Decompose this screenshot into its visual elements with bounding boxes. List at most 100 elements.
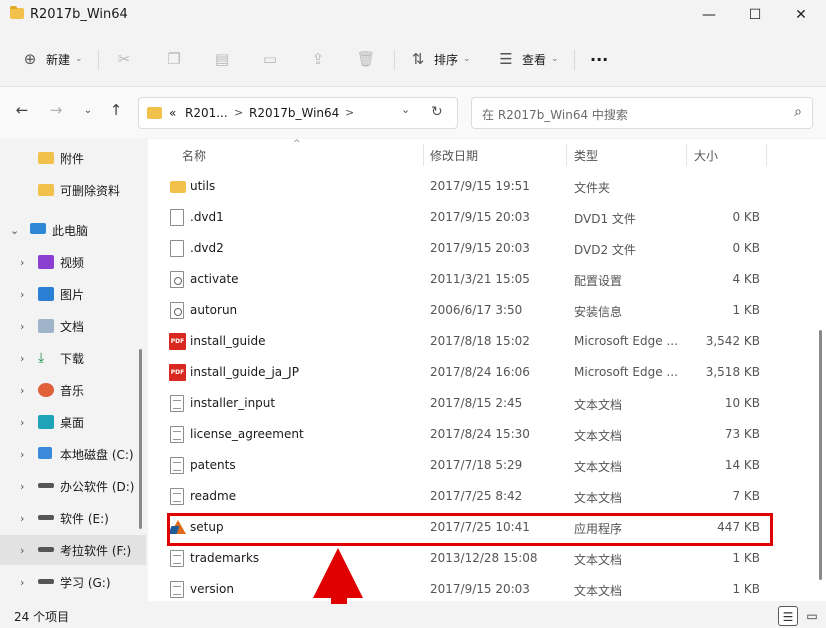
folder-icon xyxy=(170,181,186,193)
sidebar-item-drive-f[interactable]: › 考拉软件 (F:) xyxy=(0,535,146,565)
refresh-icon[interactable]: ↻ xyxy=(431,104,443,120)
column-header-size[interactable]: 大小 xyxy=(694,147,718,171)
windows-drive-icon xyxy=(38,447,52,459)
sidebar-item-drive-g[interactable]: › 学习 (G:) xyxy=(0,567,146,597)
chevron-right-icon[interactable]: › xyxy=(20,384,24,397)
rename-button[interactable]: ▭ xyxy=(260,44,280,74)
sidebar-item-label: 附件 xyxy=(60,151,85,166)
file-date: 2017/9/15 19:51 xyxy=(430,179,530,193)
chevron-right-icon[interactable]: › xyxy=(20,352,24,365)
file-row[interactable]: autorun 2006/6/17 3:50 安装信息 1 KB xyxy=(164,295,776,326)
chevron-right-icon[interactable]: › xyxy=(20,448,24,461)
address-bar[interactable]: « R201... > R2017b_Win64 > ⌄ ↻ xyxy=(138,97,458,129)
new-button[interactable]: ⊕ 新建 ⌄ xyxy=(20,44,83,74)
column-divider[interactable] xyxy=(766,144,767,166)
file-row[interactable]: PDF install_guide 2017/8/18 15:02 Microsoft… xyxy=(164,326,776,357)
chevron-down-icon[interactable]: ⌄ xyxy=(10,224,19,237)
sidebar-item-label: 软件 (E:) xyxy=(60,511,109,526)
sidebar-item-this-pc[interactable]: ⌄ 此电脑 xyxy=(0,215,146,245)
pdf-icon: PDF xyxy=(169,333,186,350)
tiles-view-icon[interactable]: ▭ xyxy=(802,606,822,626)
sidebar-item-drive-d[interactable]: › 办公软件 (D:) xyxy=(0,471,146,501)
file-date: 2013/12/28 15:08 xyxy=(430,551,538,565)
delete-button[interactable]: 🗑 xyxy=(356,44,376,74)
search-box[interactable]: 在 R2017b_Win64 中搜索 ⌕ xyxy=(471,97,813,129)
column-header-name[interactable]: 名称 xyxy=(182,147,206,171)
file-row[interactable]: version 2017/9/15 20:03 文本文档 1 KB xyxy=(164,574,776,605)
chevron-right-icon[interactable]: › xyxy=(20,512,24,525)
file-row[interactable]: utils 2017/9/15 19:51 文件夹 xyxy=(164,171,776,202)
drive-icon xyxy=(38,547,54,552)
sidebar-item-downloads[interactable]: › ⤓ 下载 xyxy=(0,343,146,373)
sidebar-scrollbar[interactable] xyxy=(139,349,142,529)
sort-button[interactable]: ⇅ 排序 ⌄ xyxy=(408,44,471,74)
file-name: patents xyxy=(190,458,236,472)
details-view-icon[interactable]: ☰ xyxy=(778,606,798,626)
up-arrow-icon[interactable]: ↑ xyxy=(106,101,126,119)
file-list-scrollbar[interactable] xyxy=(819,330,822,580)
sidebar-item-music[interactable]: › 音乐 xyxy=(0,375,146,405)
share-button[interactable]: ⇪ xyxy=(308,44,328,74)
breadcrumb-current[interactable]: R2017b_Win64 xyxy=(249,106,339,120)
chevron-right-icon[interactable]: › xyxy=(20,544,24,557)
file-type: DVD2 文件 xyxy=(574,243,636,257)
sidebar-item-documents[interactable]: › 文档 xyxy=(0,311,146,341)
chevron-right-icon[interactable]: › xyxy=(20,320,24,333)
column-header-type[interactable]: 类型 xyxy=(574,147,598,171)
title-bar: R2017b_Win64 — ☐ ✕ xyxy=(0,0,826,32)
close-button[interactable]: ✕ xyxy=(778,0,824,32)
file-row[interactable]: trademarks 2013/12/28 15:08 文本文档 1 KB xyxy=(164,543,776,574)
file-row[interactable]: readme 2017/7/25 8:42 文本文档 7 KB xyxy=(164,481,776,512)
cut-button[interactable]: ✂ xyxy=(114,44,134,74)
chevron-right-icon[interactable]: › xyxy=(20,288,24,301)
command-bar: ⊕ 新建 ⌄ ✂ ❐ ▤ ▭ ⇪ 🗑 ⇅ 排序 ⌄ ☰ 查看 ⌄ ··· xyxy=(0,38,826,80)
address-dropdown-icon[interactable]: ⌄ xyxy=(401,103,410,116)
paste-button[interactable]: ▤ xyxy=(212,44,232,74)
sidebar-item-deletable[interactable]: 可删除资料 xyxy=(0,175,146,205)
sidebar-item-videos[interactable]: › 视频 xyxy=(0,247,146,277)
chevron-right-icon[interactable]: › xyxy=(20,576,24,589)
file-row[interactable]: .dvd2 2017/9/15 20:03 DVD2 文件 0 KB xyxy=(164,233,776,264)
breadcrumb-parent[interactable]: R201... xyxy=(185,106,228,120)
sidebar-item-attachments[interactable]: 附件 xyxy=(0,143,146,173)
back-arrow-icon[interactable]: ← xyxy=(12,101,32,119)
more-button[interactable]: ··· xyxy=(590,44,608,74)
file-name: .dvd2 xyxy=(190,241,224,255)
file-row[interactable]: patents 2017/7/18 5:29 文本文档 14 KB xyxy=(164,450,776,481)
forward-arrow-icon[interactable]: → xyxy=(46,101,66,119)
minimize-button[interactable]: — xyxy=(686,0,732,32)
file-type: 文本文档 xyxy=(574,584,623,598)
sidebar-item-drive-c[interactable]: › 本地磁盘 (C:) xyxy=(0,439,146,469)
file-row[interactable]: .dvd1 2017/9/15 20:03 DVD1 文件 0 KB xyxy=(164,202,776,233)
column-divider[interactable] xyxy=(566,144,567,166)
breadcrumb-chevron-icon[interactable]: > xyxy=(345,106,354,119)
file-row[interactable]: installer_input 2017/8/15 2:45 文本文档 10 KB xyxy=(164,388,776,419)
chevron-down-icon: ⌄ xyxy=(551,54,559,64)
copy-button[interactable]: ❐ xyxy=(164,44,184,74)
sidebar-item-label: 视频 xyxy=(60,255,85,270)
file-name: installer_input xyxy=(190,396,276,410)
folder-icon xyxy=(10,6,24,19)
breadcrumb-overflow[interactable]: « xyxy=(169,106,176,120)
chevron-right-icon[interactable]: › xyxy=(20,480,24,493)
file-row[interactable]: license_agreement 2017/8/24 15:30 文本文档 73 K… xyxy=(164,419,776,450)
sidebar-item-desktop[interactable]: › 桌面 xyxy=(0,407,146,437)
file-type: 安装信息 xyxy=(574,305,623,319)
view-button[interactable]: ☰ 查看 ⌄ xyxy=(496,44,559,74)
breadcrumb-chevron-icon[interactable]: > xyxy=(234,106,243,119)
file-date: 2017/7/25 8:42 xyxy=(430,489,523,503)
file-row[interactable]: PDF install_guide_ja_JP 2017/8/24 16:06 Mic… xyxy=(164,357,776,388)
sidebar-item-label: 音乐 xyxy=(60,383,85,398)
recent-chevron-icon[interactable]: ⌄ xyxy=(78,105,98,116)
chevron-right-icon[interactable]: › xyxy=(20,416,24,429)
file-row[interactable]: activate 2011/3/21 15:05 配置设置 4 KB xyxy=(164,264,776,295)
sidebar-item-pictures[interactable]: › 图片 xyxy=(0,279,146,309)
column-divider[interactable] xyxy=(686,144,687,166)
column-header-date[interactable]: 修改日期 xyxy=(430,147,478,171)
sort-label: 排序 xyxy=(434,52,459,67)
maximize-button[interactable]: ☐ xyxy=(732,0,778,32)
column-divider[interactable] xyxy=(423,144,424,166)
file-size: 1 KB xyxy=(732,551,760,565)
chevron-right-icon[interactable]: › xyxy=(20,256,24,269)
sidebar-item-drive-e[interactable]: › 软件 (E:) xyxy=(0,503,146,533)
